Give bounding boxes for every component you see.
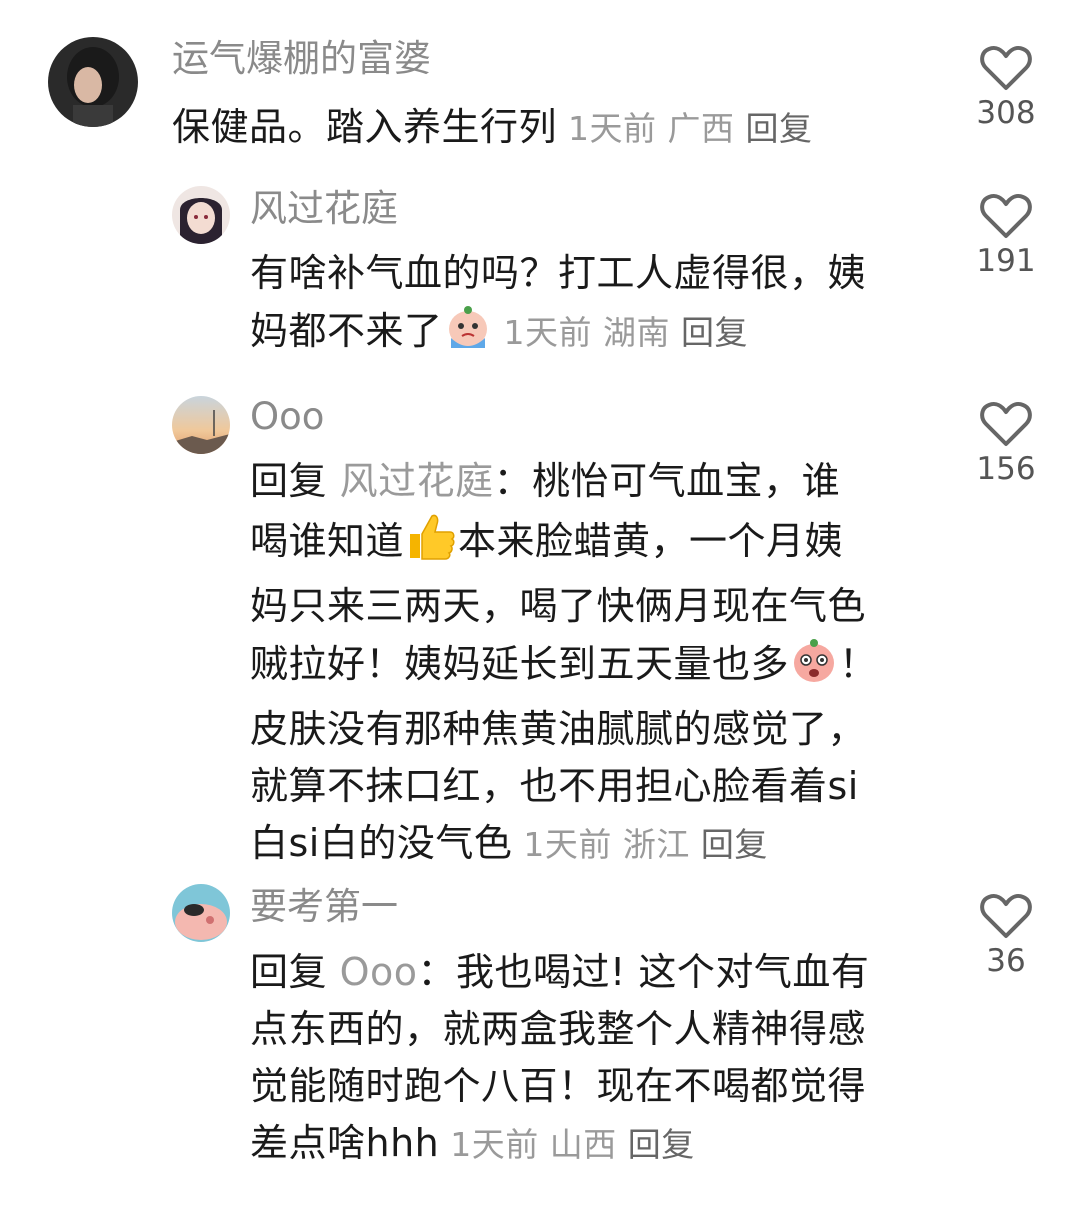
surprised-face-emoji [789, 635, 839, 701]
comment-location: 浙江 [622, 825, 690, 864]
comment-author[interactable]: 要考第一 [250, 888, 398, 925]
like-button[interactable]: 36 [966, 892, 1046, 977]
like-count: 156 [976, 451, 1036, 487]
reply-prefix: 回复 [250, 459, 328, 503]
heart-outline-icon [980, 45, 1032, 90]
thumbs-up-emoji [404, 510, 458, 578]
comment-text: 回复 Ooo：我也喝过! 这个对气血有 点东西的，就两盒我整个人精神得感 觉能随… [250, 944, 930, 1173]
avatar-image [172, 186, 230, 244]
like-count: 36 [986, 943, 1026, 979]
comment-content: 保健品。踏入养生行列 [172, 105, 558, 149]
comment-location: 山西 [549, 1125, 617, 1164]
comment-author[interactable]: 风过花庭 [250, 190, 398, 227]
reply-colon: ： [493, 459, 533, 503]
avatar[interactable] [48, 37, 138, 127]
comment-content-line: 觉能随时跑个八百！现在不喝都觉得 [250, 1064, 867, 1108]
comment-text: 有啥补气血的吗？打工人虚得很，姨 妈都不来了 1天前 湖南 回复 [250, 245, 930, 368]
comment-content-line: 点东西的，就两盒我整个人精神得感 [250, 1007, 867, 1051]
comment-content-line: 贼拉好！姨妈延长到五天量也多 [250, 642, 790, 686]
comment-time: 1天前 [568, 109, 657, 148]
comment-text: 保健品。踏入养生行列 1天前 广西 回复 [172, 99, 892, 157]
comment-location: 湖南 [603, 313, 671, 352]
avatar[interactable] [172, 884, 230, 942]
comment-content-line: ！ [839, 642, 878, 686]
comment-location: 广西 [667, 109, 735, 148]
avatar-image [48, 37, 138, 127]
like-count: 191 [976, 243, 1036, 279]
comment-text: 回复 风过花庭：桃怡可气血宝，谁 喝谁知道 本来脸蜡黄，一个月姨 妈只来三两天，喝… [250, 453, 930, 873]
comment-content-line: 差点啥hhh [250, 1121, 440, 1165]
comment-content-line: 桃怡可气血宝，谁 [532, 459, 841, 503]
reply-to-user[interactable]: Ooo [340, 950, 418, 994]
reply-button[interactable]: 回复 [701, 825, 768, 864]
comment-time: 1天前 [523, 825, 612, 864]
like-button[interactable]: 191 [966, 192, 1046, 277]
like-button[interactable]: 308 [966, 44, 1046, 129]
reply-button[interactable]: 回复 [746, 109, 813, 148]
comment-time: 1天前 [450, 1125, 539, 1164]
comment-content-line: 喝谁知道 [250, 519, 405, 563]
avatar-image [172, 884, 230, 942]
comment-content-line: 白si白的没气色 [250, 821, 513, 865]
crying-face-emoji [443, 302, 493, 368]
avatar-image [172, 396, 230, 454]
heart-outline-icon [980, 401, 1032, 446]
avatar[interactable] [172, 186, 230, 244]
reply-prefix: 回复 [250, 950, 328, 994]
reply-colon: ： [417, 950, 457, 994]
comment-content-line: 皮肤没有那种焦黄油腻腻的感觉了， [250, 707, 867, 751]
comment-content-line: 妈都不来了 [250, 309, 443, 353]
comment-content-line: 我也喝过! 这个对气血有 [456, 950, 870, 994]
comment-content-line: 就算不抹口红，也不用担心脸看着si [250, 764, 859, 808]
comment-time: 1天前 [503, 313, 593, 352]
reply-button[interactable]: 回复 [681, 313, 748, 352]
heart-outline-icon [980, 893, 1032, 938]
comment-author[interactable]: Ooo [250, 398, 324, 435]
heart-outline-icon [980, 193, 1032, 238]
comment-content-line: 有啥补气血的吗？打工人虚得很，姨 [250, 251, 867, 295]
reply-button[interactable]: 回复 [628, 1125, 695, 1164]
comment-author[interactable]: 运气爆棚的富婆 [172, 40, 431, 77]
comment-content-line: 本来脸蜡黄，一个月姨 [458, 519, 844, 563]
like-count: 308 [976, 95, 1036, 131]
comment-content-line: 妈只来三两天，喝了快俩月现在气色 [250, 584, 867, 628]
reply-to-user[interactable]: 风过花庭 [340, 459, 494, 503]
avatar[interactable] [172, 396, 230, 454]
like-button[interactable]: 156 [966, 400, 1046, 485]
